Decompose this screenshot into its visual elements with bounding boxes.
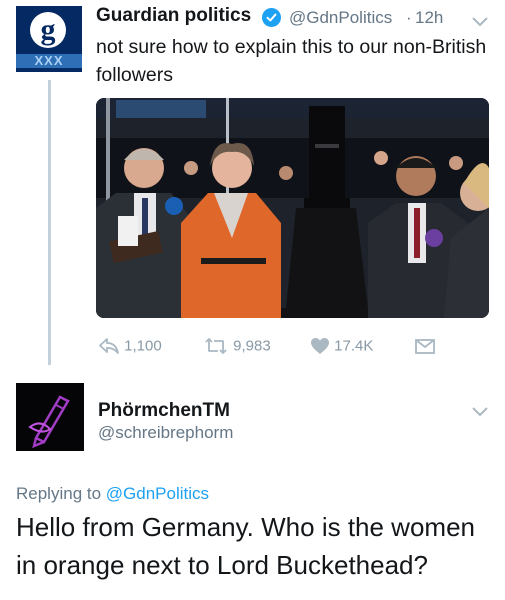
replying-to-handle-link[interactable]: @GdnPolitics xyxy=(106,484,209,503)
retweet-icon xyxy=(205,338,227,354)
envelope-icon xyxy=(415,339,435,354)
reply-button[interactable]: 1,100 xyxy=(98,337,162,359)
chevron-down-icon[interactable] xyxy=(472,404,488,422)
reply-author-handle[interactable]: @schreibrephorm xyxy=(98,423,233,443)
direct-message-button[interactable] xyxy=(414,337,436,359)
thread-connector-line xyxy=(48,80,51,365)
replying-to-prefix: Replying to xyxy=(16,484,102,503)
reply-icon xyxy=(99,338,119,354)
guardian-logo-icon: g xyxy=(30,12,66,48)
chevron-down-icon[interactable] xyxy=(472,14,488,32)
verified-badge-icon xyxy=(262,8,281,27)
meta-separator: · xyxy=(406,8,412,27)
avatar-pattern-strip: XXX xyxy=(16,54,82,68)
retweet-count: 9,983 xyxy=(233,337,271,355)
author-name[interactable]: Guardian politics xyxy=(96,5,251,27)
reply-count: 1,100 xyxy=(124,337,162,355)
tweet-timestamp[interactable]: 12h xyxy=(415,8,443,28)
replying-to-line: Replying to @GdnPolitics xyxy=(16,484,209,504)
reply-author-name[interactable]: PhörmchenTM xyxy=(98,400,230,422)
reply-text: Hello from Germany. Who is the women in … xyxy=(16,512,475,580)
purple-pen-drawing-icon xyxy=(28,395,70,449)
author-handle[interactable]: @GdnPolitics xyxy=(289,8,392,28)
like-button[interactable]: 17.4K xyxy=(310,337,373,359)
tweet-text: not sure how to explain this to our non-… xyxy=(96,36,487,86)
like-count: 17.4K xyxy=(334,337,374,355)
tweet-photo[interactable] xyxy=(96,98,489,318)
retweet-button[interactable]: 9,983 xyxy=(203,337,271,359)
guardian-avatar[interactable]: g XXX xyxy=(16,6,82,72)
phormchen-avatar[interactable] xyxy=(16,383,84,451)
heart-icon xyxy=(311,338,329,355)
